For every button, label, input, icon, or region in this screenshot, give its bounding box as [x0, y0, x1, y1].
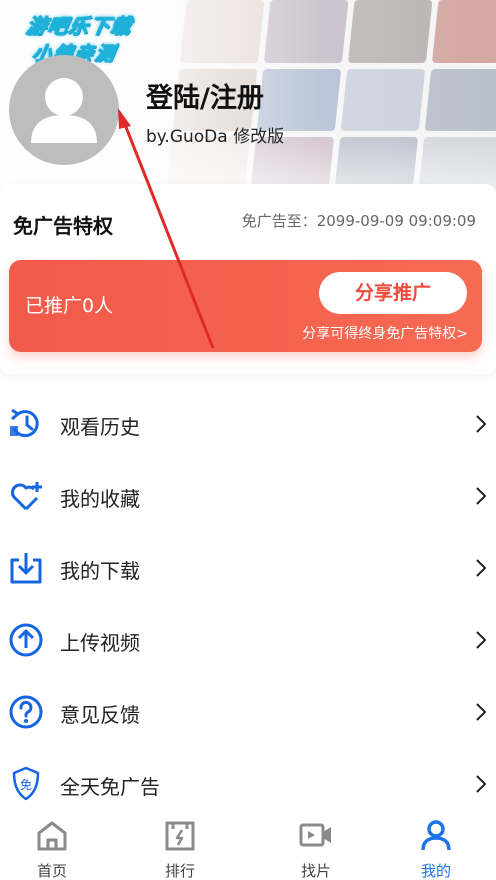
- tab-ranking[interactable]: 排行: [104, 815, 256, 880]
- tab-find-videos[interactable]: 找片: [256, 815, 376, 880]
- ad-free-privilege-card: 免广告特权 免广告至：2099-09-09 09:09:09 已推广0人 分享推…: [0, 184, 496, 374]
- home-icon: [37, 821, 67, 851]
- ranking-icon: [165, 821, 195, 851]
- menu-item-favorites[interactable]: 我的收藏: [0, 460, 496, 532]
- download-icon: [10, 553, 42, 584]
- card-title: 免广告特权: [13, 214, 113, 238]
- tab-home[interactable]: 首页: [0, 815, 104, 880]
- tab-label: 排行: [164, 862, 195, 880]
- chevron-right-icon: [476, 631, 487, 649]
- share-hint-link[interactable]: 分享可得终身免广告特权>: [302, 323, 468, 343]
- menu-label: 观看历史: [60, 415, 140, 439]
- chevron-right-icon: [476, 703, 487, 721]
- question-icon: [9, 695, 43, 729]
- profile-menu: 观看历史 我的收藏 我的下载 上传视频 意见反馈 免 全天免广告: [0, 388, 496, 820]
- chevron-right-icon: [476, 415, 487, 433]
- ad-free-expire-text: 免广告至：2099-09-09 09:09:09: [241, 212, 476, 230]
- menu-item-feedback[interactable]: 意见反馈: [0, 676, 496, 748]
- default-user-avatar-icon: [31, 78, 97, 143]
- heart-plus-icon: [11, 482, 42, 511]
- menu-label: 意见反馈: [60, 703, 140, 727]
- promoted-count: 已推广0人: [25, 295, 114, 317]
- tab-label: 找片: [300, 862, 331, 880]
- tab-label: 首页: [36, 862, 67, 880]
- menu-item-history[interactable]: 观看历史: [0, 388, 496, 460]
- user-icon: [421, 820, 451, 851]
- menu-label: 全天免广告: [60, 775, 160, 799]
- menu-label: 我的下载: [60, 559, 140, 583]
- menu-item-downloads[interactable]: 我的下载: [0, 532, 496, 604]
- chevron-right-icon: [476, 559, 487, 577]
- bottom-tab-bar: 首页 排行 找片 我的: [0, 815, 496, 880]
- menu-label: 我的收藏: [60, 487, 140, 511]
- ad-free-icon: 免: [12, 766, 40, 801]
- menu-item-ad-free[interactable]: 免 全天免广告: [0, 748, 496, 820]
- video-camera-icon: [299, 823, 331, 847]
- version-subtitle: by.GuoDa 修改版: [146, 127, 285, 147]
- login-register-link[interactable]: 登陆/注册: [146, 76, 264, 115]
- tab-mine[interactable]: 我的: [376, 815, 496, 880]
- tab-label: 我的: [420, 862, 451, 880]
- chevron-right-icon: [476, 487, 487, 505]
- upload-icon: [9, 623, 43, 657]
- menu-label: 上传视频: [60, 631, 140, 655]
- chevron-right-icon: [476, 775, 487, 793]
- svg-text:免: 免: [20, 777, 32, 792]
- menu-item-upload[interactable]: 上传视频: [0, 604, 496, 676]
- share-promote-button[interactable]: 分享推广: [319, 272, 467, 314]
- watermark-line1: 游吧乐下载: [24, 14, 134, 39]
- promotion-banner[interactable]: 已推广0人 分享推广 分享可得终身免广告特权>: [9, 260, 482, 352]
- history-icon: [10, 408, 39, 438]
- avatar[interactable]: [9, 55, 119, 165]
